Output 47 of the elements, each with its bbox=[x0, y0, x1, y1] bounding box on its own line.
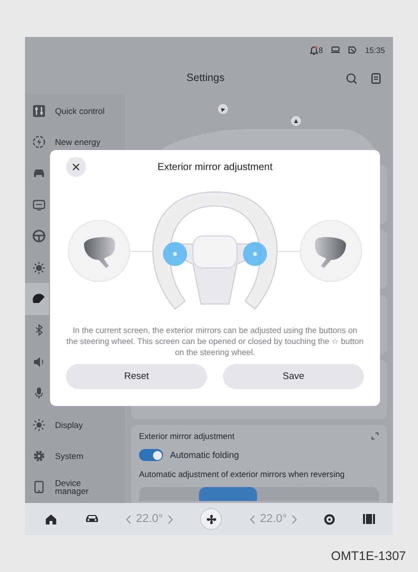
expand-icon[interactable] bbox=[371, 432, 379, 440]
option-label: Automatic adjustment of exterior mirrors when reversing bbox=[139, 469, 346, 479]
sidebar-item[interactable]: Quick control bbox=[25, 95, 125, 126]
settings-icon bbox=[32, 448, 46, 463]
section-title: Exterior mirror adjustment bbox=[139, 431, 234, 441]
reset-button[interactable]: Reset bbox=[66, 364, 207, 389]
search-icon[interactable] bbox=[346, 72, 357, 84]
phone-icon bbox=[32, 480, 46, 494]
save-button[interactable]: Save bbox=[223, 364, 364, 389]
device-icon bbox=[348, 46, 357, 54]
chevron-left-icon[interactable] bbox=[250, 514, 255, 524]
speaker-icon bbox=[32, 354, 46, 369]
temperature: 22.0° bbox=[260, 513, 287, 525]
bell-icon bbox=[310, 46, 318, 54]
sidebar-item[interactable]: New energy bbox=[25, 126, 125, 158]
sidebar-item[interactable]: Device manager bbox=[25, 472, 125, 504]
close-button[interactable] bbox=[66, 157, 86, 177]
dialog-title: Exterior mirror adjustment bbox=[157, 162, 273, 172]
display-icon bbox=[32, 198, 46, 212]
steering-wheel-icon bbox=[32, 229, 46, 244]
page-title: Settings bbox=[186, 72, 226, 84]
bars-icon[interactable] bbox=[362, 514, 375, 524]
fan-button[interactable] bbox=[200, 508, 222, 530]
fan-icon bbox=[206, 514, 217, 524]
sidebar-item[interactable]: Display bbox=[25, 408, 125, 440]
toggle-switch[interactable] bbox=[139, 449, 163, 461]
sidebar-item[interactable] bbox=[25, 283, 49, 315]
chevron-right-icon[interactable] bbox=[292, 514, 297, 524]
ring-icon[interactable] bbox=[324, 514, 336, 524]
notes-icon[interactable] bbox=[371, 72, 381, 84]
brightness-icon bbox=[32, 418, 46, 432]
energy-icon bbox=[32, 135, 46, 150]
car-icon[interactable] bbox=[84, 514, 98, 524]
notification-count: 8 bbox=[318, 46, 323, 54]
figure-code: OMT1E-1307 bbox=[330, 549, 406, 563]
sliders-icon bbox=[32, 104, 46, 118]
chevron-left-icon[interactable] bbox=[126, 514, 131, 524]
temperature: 22.0° bbox=[136, 513, 163, 525]
home-icon[interactable] bbox=[45, 514, 57, 524]
dialog-message: In the current screen, the exterior mirrors can be adjusted using the buttons on the steering wheel. This screen can be opened or closed by touching the ☆ button on the steering wheel. bbox=[66, 325, 364, 358]
light-icon bbox=[32, 260, 46, 275]
status-time: 15:35 bbox=[364, 46, 385, 54]
close-icon bbox=[72, 163, 80, 171]
sidebar-item[interactable]: System bbox=[25, 440, 125, 472]
chevron-right-icon[interactable] bbox=[168, 514, 173, 524]
microphone-icon bbox=[32, 386, 46, 400]
toggle-label: Automatic folding bbox=[170, 450, 240, 460]
